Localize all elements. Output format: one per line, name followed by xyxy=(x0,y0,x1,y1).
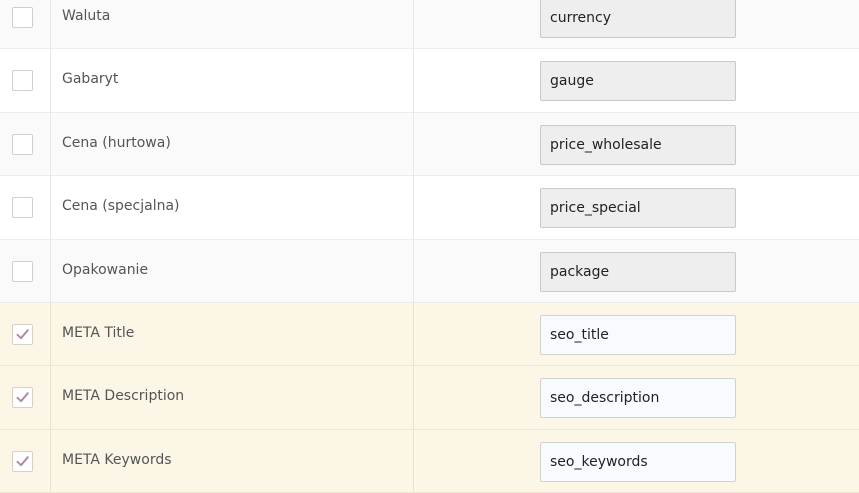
input-cell xyxy=(414,240,859,302)
table-row: META Keywords xyxy=(0,429,859,493)
field-label: Gabaryt xyxy=(62,71,119,88)
input-cell xyxy=(414,49,859,111)
input-cell xyxy=(414,430,859,492)
table-row: META Title xyxy=(0,302,859,367)
field-key-input[interactable] xyxy=(540,314,736,355)
input-cell xyxy=(414,176,859,238)
field-key-input[interactable] xyxy=(540,378,736,419)
checkmark-icon xyxy=(16,392,29,403)
checkbox-cell xyxy=(0,366,51,429)
row-checkbox[interactable] xyxy=(12,7,33,28)
row-checkbox[interactable] xyxy=(12,387,33,409)
table-row: Opakowanie xyxy=(0,239,859,303)
input-cell xyxy=(414,303,859,365)
field-key-input[interactable] xyxy=(540,441,736,482)
checkmark-icon xyxy=(16,455,29,466)
checkbox-cell xyxy=(0,429,51,493)
checkbox-cell xyxy=(0,239,51,302)
field-label: META Description xyxy=(62,388,185,405)
checkbox-cell xyxy=(0,302,51,366)
field-label: META Title xyxy=(62,324,135,341)
table-row: Gabaryt xyxy=(0,49,859,113)
label-cell: Cena (specjalna) xyxy=(51,176,414,239)
label-cell: META Title xyxy=(51,302,414,366)
table-row: META Description xyxy=(0,366,859,430)
field-key-input[interactable] xyxy=(540,61,736,102)
input-cell xyxy=(414,113,859,175)
row-checkbox[interactable] xyxy=(12,450,33,472)
row-checkbox[interactable] xyxy=(12,197,33,219)
checkmark-icon xyxy=(16,329,29,340)
field-label: Opakowanie xyxy=(62,261,149,278)
label-cell: Cena (hurtowa) xyxy=(51,112,414,176)
row-checkbox[interactable] xyxy=(12,323,33,345)
row-checkbox[interactable] xyxy=(12,70,33,92)
label-cell: META Keywords xyxy=(51,429,414,493)
checkbox-cell xyxy=(0,49,51,112)
row-checkbox[interactable] xyxy=(12,133,33,155)
table-row: Waluta xyxy=(0,0,859,50)
input-cell xyxy=(414,366,859,428)
input-cell xyxy=(414,0,859,48)
checkbox-cell xyxy=(0,176,51,239)
field-key-input[interactable] xyxy=(540,124,736,165)
checkbox-cell xyxy=(0,0,51,49)
field-label: Waluta xyxy=(62,8,111,24)
table-row: Cena (specjalna) xyxy=(0,176,859,240)
field-label: Cena (hurtowa) xyxy=(62,134,171,151)
label-cell: Waluta xyxy=(51,0,414,49)
field-label: Cena (specjalna) xyxy=(62,198,180,215)
table-row: Cena (hurtowa) xyxy=(0,112,859,177)
field-key-input[interactable] xyxy=(540,0,736,38)
row-checkbox[interactable] xyxy=(12,260,33,282)
field-mapping-table: Waluta Gabaryt Cena (hurtowa) xyxy=(0,0,859,493)
field-key-input[interactable] xyxy=(540,251,736,292)
label-cell: META Description xyxy=(51,366,414,429)
label-cell: Gabaryt xyxy=(51,49,414,112)
label-cell: Opakowanie xyxy=(51,239,414,302)
field-key-input[interactable] xyxy=(540,188,736,229)
field-label: META Keywords xyxy=(62,451,172,468)
checkbox-cell xyxy=(0,112,51,176)
